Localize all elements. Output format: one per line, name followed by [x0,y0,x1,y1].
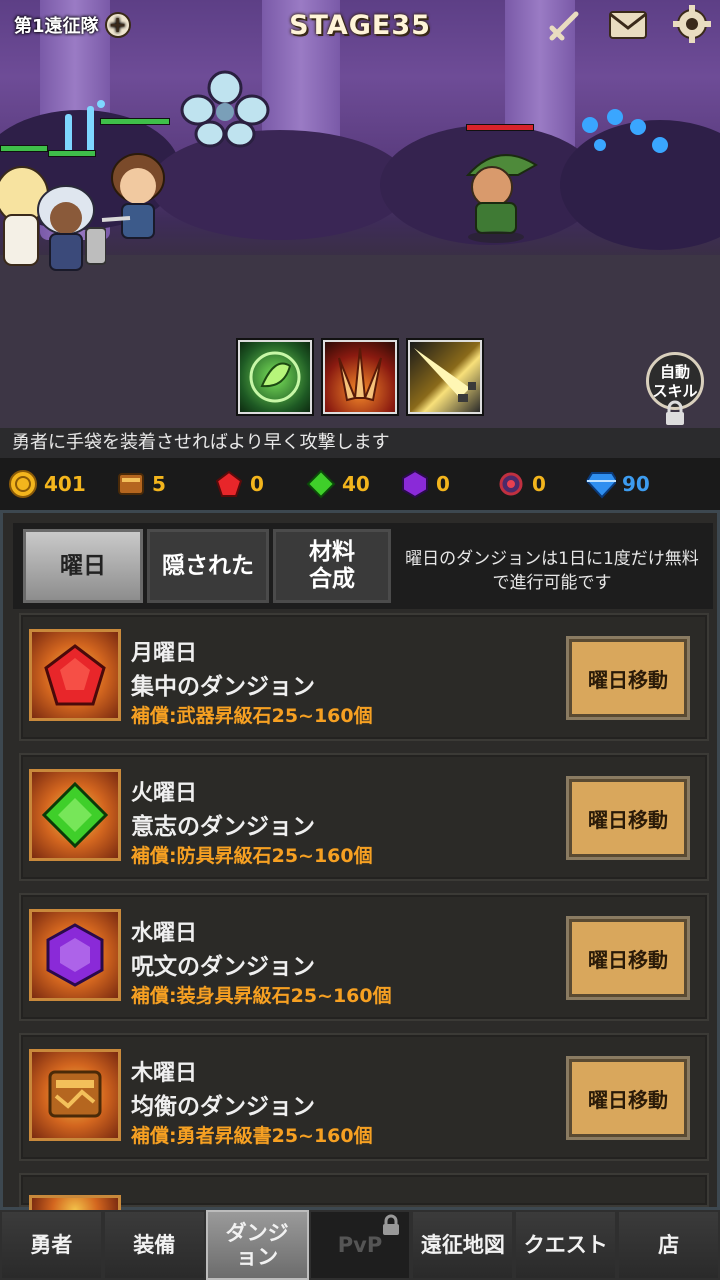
dungeon-reward: 補償:防具昇級石25~160個 [131,845,373,867]
nav-heroes-label: 勇者 [30,1233,73,1257]
hero-hp-bar [48,150,96,157]
resource-value: 401 [44,472,86,496]
dungeon-name: 均衡のダンジョン [131,1094,315,1120]
flower-icon [180,70,270,148]
skill-slash-button[interactable] [408,340,482,414]
tab-bar: 曜日 隠された 材料 合成 曜日のダンジョンは1日に1度だけ無料で進行可能です [13,523,713,609]
dungeon-name: 呪文のダンジョン [131,954,315,980]
dungeon-card: 月曜日集中のダンジョン補償:武器昇級石25~160個 曜日移動 [19,613,709,741]
red-gem-icon [29,629,121,721]
tab-material-label-2: 合成 [309,566,355,592]
green-gem-icon [306,469,336,499]
tab-hidden-label: 隠された [162,552,254,579]
green-gem-icon [29,769,121,861]
go-to-day-button[interactable]: 曜日移動 [569,919,687,997]
resource-value: 90 [622,472,650,496]
mail-icon[interactable] [608,6,648,42]
resource-purple-gem: 0 [400,458,496,510]
hero-warrior [37,185,106,271]
sword-icon[interactable] [544,8,584,44]
auto-skill-label-1: 自動 [659,363,690,381]
nav-heroes[interactable]: 勇者 [0,1210,103,1280]
tip-text: 勇者に手袋を装着させればより早く攻撃します [0,428,720,458]
nav-quest[interactable]: クエスト [514,1210,618,1280]
tab-daily-label: 曜日 [60,552,106,579]
go-to-day-button[interactable]: 曜日移動 [569,779,687,857]
skill-spikes-button[interactable] [323,340,397,414]
dungeon-card: 水曜日呪文のダンジョン補償:装身具昇級石25~160個 曜日移動 [19,893,709,1021]
nav-equipment-label: 装備 [133,1233,176,1257]
dungeon-day: 木曜日 [131,1061,198,1086]
nav-expedition-map-label: 遠征地図 [420,1233,505,1257]
nav-equipment[interactable]: 装備 [102,1210,206,1280]
resource-value: 0 [532,472,546,496]
dungeon-card: 火曜日意志のダンジョン補償:防具昇級石25~160個 曜日移動 [19,753,709,881]
dungeon-name: 集中のダンジョン [131,674,315,700]
resource-value: 0 [250,472,264,496]
dungeon-day: 火曜日 [131,781,198,806]
nav-expedition-map[interactable]: 遠征地図 [411,1210,515,1280]
resource-bar: 401 5 0 40 0 0 90 [0,458,720,510]
gold-coin-icon [8,469,38,499]
hero-hp-bar [100,118,170,125]
battle-scene: 第1遠征隊 + STAGE35 自動 スキル [0,0,720,428]
enemy-goblin [465,154,538,243]
resource-value: 5 [152,472,166,496]
dungeon-reward: 補償:武器昇級石25~160個 [131,705,373,727]
resource-book: 5 [116,458,214,510]
auto-skill-label-2: スキル [652,382,698,400]
nav-shop-label: 店 [658,1233,680,1257]
nav-dungeon[interactable]: ダンジ ョン [205,1210,309,1280]
diamond-icon [586,469,616,499]
tab-hidden[interactable]: 隠された [147,529,269,603]
dungeon-day: 水曜日 [131,921,198,946]
dungeon-panel: 曜日 隠された 材料 合成 曜日のダンジョンは1日に1度だけ無料で進行可能です 月… [0,510,720,1225]
glow-mushroom-icon [582,109,668,153]
enemy-hp-bar [466,124,534,131]
dungeon-day: 月曜日 [131,641,198,666]
resource-dark-orb: 0 [496,458,586,510]
dungeon-reward: 補償:装身具昇級石25~160個 [131,985,392,1007]
tab-material-synthesis[interactable]: 材料 合成 [273,529,391,603]
nav-dungeon-label-2: ョン [236,1245,279,1269]
lock-icon [383,1214,400,1235]
resource-gold: 401 [8,458,116,510]
dark-orb-icon [496,469,526,499]
nav-shop[interactable]: 店 [617,1210,720,1280]
nav-pvp-label: PvP [337,1233,383,1257]
tab-daily[interactable]: 曜日 [23,529,143,603]
resource-red-gem: 0 [214,458,306,510]
dungeon-card: 木曜日均衡のダンジョン補償:勇者昇級書25~160個 曜日移動 [19,1033,709,1161]
go-to-day-button[interactable]: 曜日移動 [569,1059,687,1137]
tab-material-label-1: 材料 [309,539,355,565]
dungeon-reward: 補償:勇者昇級書25~160個 [131,1125,373,1147]
resource-green-gem: 40 [306,458,400,510]
dungeon-card-partial [19,1173,709,1225]
nav-pvp[interactable]: PvP [308,1210,412,1280]
book-icon [116,469,146,499]
purple-gem-icon [29,909,121,1001]
nav-dungeon-label-1: ダンジ [225,1221,289,1245]
dungeon-name: 意志のダンジョン [131,814,315,840]
gear-icon[interactable] [672,4,712,43]
resource-value: 40 [342,472,370,496]
resource-diamond: 90 [586,458,686,510]
hero-hp-bar [0,145,48,152]
book-icon [29,1049,121,1141]
nav-quest-label: クエスト [523,1233,608,1257]
resource-value: 0 [436,472,450,496]
hero-swordsman [101,153,165,239]
red-gem-icon [214,469,244,499]
purple-gem-icon [400,469,430,499]
bottom-nav: 勇者 装備 ダンジ ョン PvP 遠征地図 クエスト 店 [0,1210,720,1280]
dungeon-description: 曜日のダンジョンは1日に1度だけ無料で進行可能です [405,549,699,593]
lock-icon [666,400,684,425]
go-to-day-button[interactable]: 曜日移動 [569,639,687,717]
skill-leaf-button[interactable] [238,340,312,414]
